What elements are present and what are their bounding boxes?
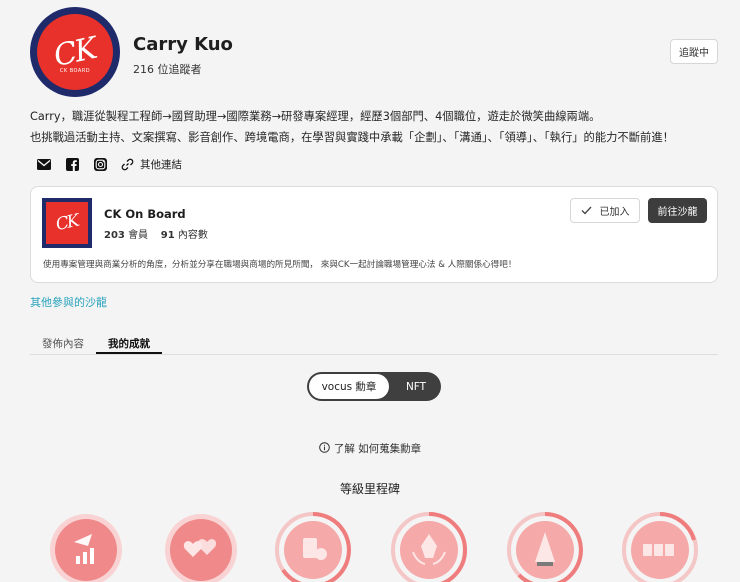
badge-trophy[interactable]	[507, 512, 583, 582]
tab-achievements[interactable]: 我的成就	[108, 336, 150, 351]
bio-line-1: Carry，職涯從製程工程師→國貿助理→國際業務→研發專案經理，經歷3個部門、4…	[30, 110, 601, 123]
badge-pen[interactable]	[391, 512, 467, 582]
info-icon	[319, 442, 330, 456]
cards-icon	[643, 544, 674, 556]
instagram-icon[interactable]	[93, 158, 107, 172]
tab-posts[interactable]: 發佈內容	[42, 336, 84, 351]
badge-rocket[interactable]	[48, 512, 124, 582]
logo-signature: CK	[51, 30, 99, 74]
check-icon	[581, 206, 591, 215]
other-salons-link[interactable]: 其他參與的沙龍	[30, 294, 107, 310]
badge-type-toggle: vocus 勳章 NFT	[307, 372, 441, 401]
profile-tabs: 發佈內容 我的成就	[30, 331, 718, 355]
salon-logo-inner: CK	[46, 202, 88, 244]
logo-subtitle: CK BOARD	[59, 68, 91, 74]
joined-button[interactable]: 已加入	[570, 198, 640, 223]
badge-cards[interactable]	[622, 512, 698, 582]
members-count: 203	[104, 230, 125, 241]
badge-coins[interactable]	[275, 512, 351, 582]
members-label: 會員	[128, 230, 149, 241]
content-label: 內容數	[177, 230, 208, 241]
bio-line-2: 也挑戰過活動主持、文案撰寫、影音創作、跨境電商，在學習與實踐中承載「企劃」、「溝…	[30, 131, 674, 144]
go-to-salon-button[interactable]: 前往沙龍	[648, 198, 707, 223]
how-to-collect-label: 了解 如何蒐集勳章	[333, 443, 422, 455]
milestone-title: 等級里程碑	[339, 482, 400, 496]
salon-logo-signature: CK	[54, 210, 80, 236]
facebook-icon[interactable]	[65, 158, 79, 172]
joined-label: 已加入	[599, 207, 630, 218]
mail-icon[interactable]	[37, 158, 51, 172]
link-icon	[121, 158, 134, 171]
user-name: Carry Kuo	[133, 34, 233, 55]
toggle-nft[interactable]: NFT	[391, 372, 441, 401]
other-links-label: 其他連結	[140, 159, 182, 171]
active-tab-indicator	[96, 352, 162, 354]
ck-board-logo: CK CK BOARD	[37, 14, 113, 90]
following-button[interactable]: 追蹤中	[670, 39, 718, 64]
salon-title[interactable]: CK On Board	[104, 207, 186, 221]
how-to-collect-link[interactable]: 了解 如何蒐集勳章	[0, 441, 740, 456]
profile-page: CK CK BOARD Carry Kuo 216 位追蹤者 追蹤中 Carry…	[0, 0, 740, 582]
salon-description: 使用專案管理與商業分析的角度，分析並分享在職場與商場的所見所聞， 來與CK一起討…	[43, 260, 517, 270]
bio: Carry，職涯從製程工程師→國貿助理→國際業務→研發專案經理，經歷3個部門、4…	[30, 106, 720, 148]
salon-card[interactable]: CK CK On Board 203 會員 91 內容數 已加入 前往沙龍 使用…	[30, 186, 718, 283]
avatar[interactable]: CK CK BOARD	[30, 7, 120, 97]
other-links-button[interactable]: 其他連結	[121, 157, 182, 172]
toggle-vocus-badge[interactable]: vocus 勳章	[308, 373, 390, 400]
content-count: 91	[160, 230, 175, 241]
salon-logo: CK	[42, 198, 92, 248]
social-links: 其他連結	[37, 157, 182, 172]
badge-hearts[interactable]	[163, 512, 239, 582]
salon-stats: 203 會員 91 內容數	[104, 226, 208, 241]
follower-count[interactable]: 216 位追蹤者	[133, 61, 202, 77]
